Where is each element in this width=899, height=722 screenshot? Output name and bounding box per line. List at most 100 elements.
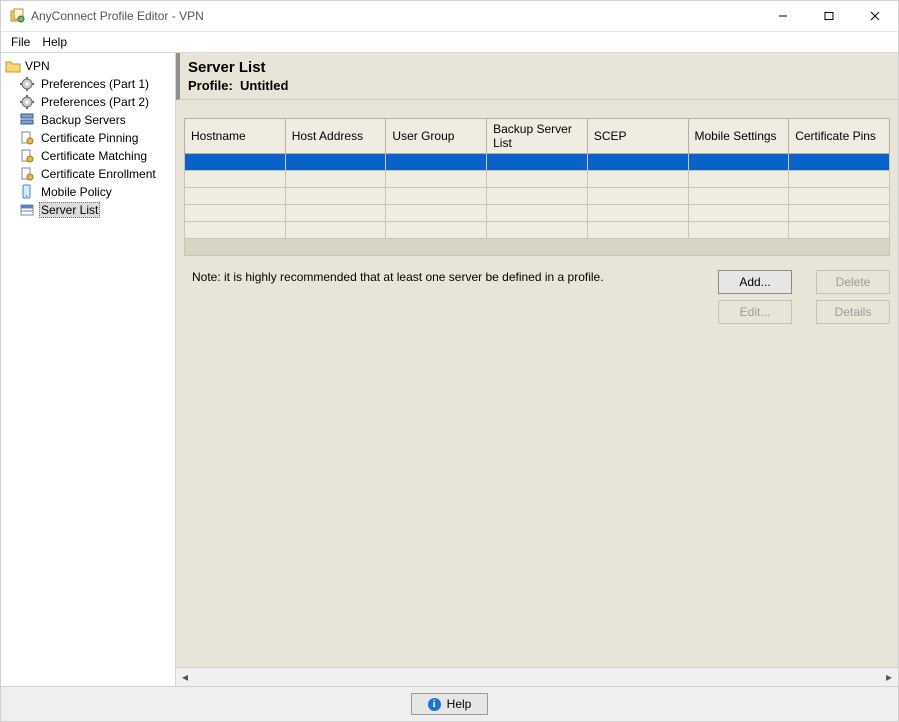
edit-button: Edit... <box>718 300 792 324</box>
table-footer-row <box>185 239 890 256</box>
table-cell <box>185 171 286 188</box>
menubar: File Help <box>1 32 898 53</box>
list-icon <box>19 202 35 218</box>
cert-icon <box>19 166 35 182</box>
server-table[interactable]: HostnameHost AddressUser GroupBackup Ser… <box>184 118 890 256</box>
gear-icon <box>19 76 35 92</box>
table-cell <box>285 154 386 171</box>
table-cell <box>285 188 386 205</box>
note-text: Note: it is highly recommended that at l… <box>192 270 698 284</box>
maximize-button[interactable] <box>806 1 852 31</box>
tree-item-mobile-policy[interactable]: Mobile Policy <box>17 183 173 201</box>
table-cell <box>587 154 688 171</box>
body: VPN Preferences (Part 1)Preferences (Par… <box>1 53 898 686</box>
table-cell <box>386 222 487 239</box>
table-row[interactable] <box>185 222 890 239</box>
table-cell <box>688 154 789 171</box>
tree-item-label: Preferences (Part 2) <box>39 95 151 109</box>
col-hostname[interactable]: Hostname <box>185 119 286 154</box>
scroll-right-icon[interactable]: ▸ <box>880 668 898 686</box>
table-cell <box>285 171 386 188</box>
table-cell <box>587 188 688 205</box>
cert-icon <box>19 148 35 164</box>
folder-icon <box>5 58 21 74</box>
table-cell <box>185 205 286 222</box>
tree-item-preferences-part-1-[interactable]: Preferences (Part 1) <box>17 75 173 93</box>
table-cell <box>688 171 789 188</box>
tree-item-certificate-matching[interactable]: Certificate Matching <box>17 147 173 165</box>
content-body: HostnameHost AddressUser GroupBackup Ser… <box>176 100 898 686</box>
tree-item-certificate-pinning[interactable]: Certificate Pinning <box>17 129 173 147</box>
menu-file[interactable]: File <box>5 34 36 50</box>
tree-children: Preferences (Part 1) Preferences (Part 2)… <box>17 75 173 219</box>
tree-item-label: Certificate Pinning <box>39 131 140 145</box>
table-cell <box>587 171 688 188</box>
table-cell <box>789 154 890 171</box>
below-row: Note: it is highly recommended that at l… <box>192 270 890 324</box>
details-button: Details <box>816 300 890 324</box>
tree-item-preferences-part-2-[interactable]: Preferences (Part 2) <box>17 93 173 111</box>
tree-item-certificate-enrollment[interactable]: Certificate Enrollment <box>17 165 173 183</box>
profile-name: Untitled <box>240 78 288 93</box>
mobile-icon <box>19 184 35 200</box>
profile-line: Profile: Untitled <box>188 78 888 93</box>
tree-item-label: Server List <box>39 202 100 218</box>
table-cell <box>487 205 588 222</box>
table-cell <box>185 188 286 205</box>
help-button[interactable]: i Help <box>411 693 489 715</box>
close-button[interactable] <box>852 1 898 31</box>
menu-help[interactable]: Help <box>36 34 73 50</box>
server-table-wrap: HostnameHost AddressUser GroupBackup Ser… <box>184 118 890 256</box>
table-cell <box>285 205 386 222</box>
tree-item-label: Preferences (Part 1) <box>39 77 151 91</box>
table-cell <box>487 222 588 239</box>
col-user-group[interactable]: User Group <box>386 119 487 154</box>
table-cell <box>688 205 789 222</box>
scroll-left-icon[interactable]: ◂ <box>176 668 194 686</box>
col-certificate-pins[interactable]: Certificate Pins <box>789 119 890 154</box>
col-scep[interactable]: SCEP <box>587 119 688 154</box>
col-backup-server-list[interactable]: Backup Server List <box>487 119 588 154</box>
table-cell <box>386 154 487 171</box>
footer: i Help <box>1 686 898 721</box>
table-row[interactable] <box>185 154 890 171</box>
table-cell <box>487 154 588 171</box>
col-host-address[interactable]: Host Address <box>285 119 386 154</box>
minimize-button[interactable] <box>760 1 806 31</box>
content-pane: Server List Profile: Untitled HostnameHo… <box>176 53 898 686</box>
window-title: AnyConnect Profile Editor - VPN <box>31 9 204 23</box>
table-cell <box>789 188 890 205</box>
table-cell <box>688 222 789 239</box>
tree-item-server-list[interactable]: Server List <box>17 201 173 219</box>
profile-label: Profile: <box>188 78 233 93</box>
add-button[interactable]: Add... <box>718 270 792 294</box>
sidebar: VPN Preferences (Part 1)Preferences (Par… <box>1 53 176 686</box>
app-window: AnyConnect Profile Editor - VPN File Hel… <box>0 0 899 722</box>
gear-icon <box>19 94 35 110</box>
button-grid: Add... Delete Edit... Details <box>718 270 890 324</box>
tree-item-label: Mobile Policy <box>39 185 114 199</box>
table-cell <box>386 205 487 222</box>
tree-root-label: VPN <box>25 59 50 73</box>
table-cell <box>285 222 386 239</box>
table-cell <box>688 188 789 205</box>
page-title: Server List <box>188 59 888 76</box>
delete-button: Delete <box>816 270 890 294</box>
horizontal-scrollbar[interactable]: ◂ ▸ <box>176 667 898 686</box>
col-mobile-settings[interactable]: Mobile Settings <box>688 119 789 154</box>
servers-icon <box>19 112 35 128</box>
tree-item-label: Certificate Enrollment <box>39 167 158 181</box>
table-cell <box>789 205 890 222</box>
table-cell <box>587 205 688 222</box>
help-button-label: Help <box>447 697 472 711</box>
table-row[interactable] <box>185 205 890 222</box>
content-header: Server List Profile: Untitled <box>176 53 898 100</box>
table-cell <box>185 222 286 239</box>
tree-item-backup-servers[interactable]: Backup Servers <box>17 111 173 129</box>
cert-icon <box>19 130 35 146</box>
table-row[interactable] <box>185 171 890 188</box>
tree-root-vpn[interactable]: VPN <box>3 57 173 75</box>
table-row[interactable] <box>185 188 890 205</box>
table-cell <box>487 171 588 188</box>
titlebar: AnyConnect Profile Editor - VPN <box>1 1 898 32</box>
